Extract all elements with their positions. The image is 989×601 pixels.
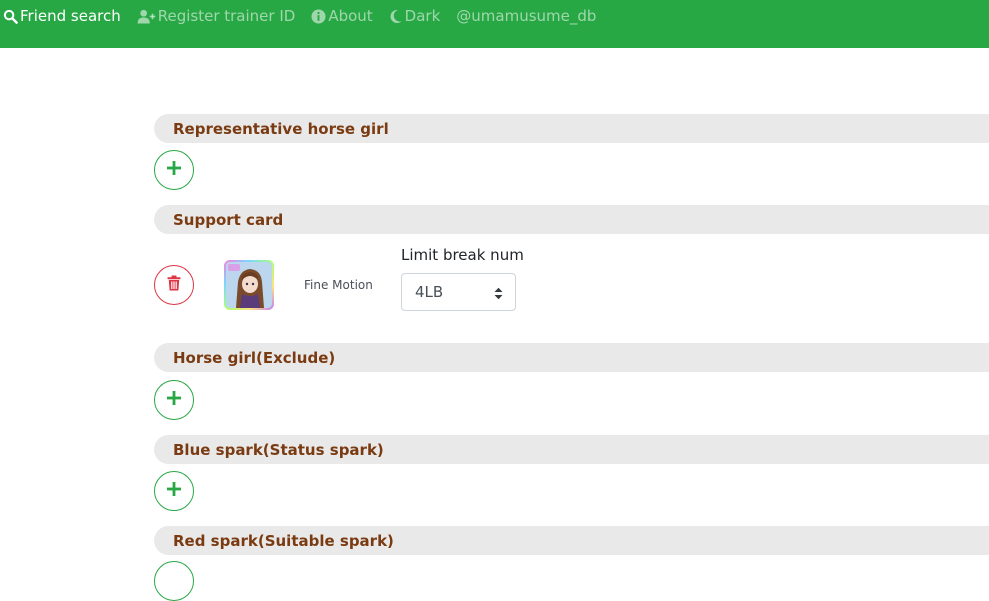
- support-card-name: Fine Motion: [304, 278, 373, 292]
- plus-icon: [166, 390, 182, 410]
- limit-break-label: Limit break num: [401, 246, 524, 264]
- section-support-card-header: Support card: [154, 205, 989, 234]
- section-blue-spark-title: Blue spark(Status spark): [173, 440, 384, 459]
- trash-icon: [167, 275, 181, 295]
- section-red-spark-title: Red spark(Suitable spark): [173, 531, 394, 550]
- nav-about[interactable]: About: [311, 6, 373, 26]
- info-circle-icon: [311, 8, 328, 24]
- moon-icon: [389, 9, 405, 24]
- section-exclude-title: Horse girl(Exclude): [173, 348, 336, 367]
- section-red-spark-header: Red spark(Suitable spark): [154, 526, 989, 555]
- nav-friend-search[interactable]: Friend search: [3, 6, 121, 26]
- nav-register-trainer-id[interactable]: Register trainer ID: [137, 6, 296, 26]
- plus-icon: [166, 160, 182, 180]
- add-exclude-button[interactable]: [154, 380, 194, 420]
- nav-about-label: About: [328, 7, 373, 25]
- support-card-image: [226, 262, 272, 308]
- limit-break-select[interactable]: 4LB: [401, 273, 516, 311]
- section-representative-header: Representative horse girl: [154, 114, 989, 143]
- nav-dark-mode[interactable]: Dark: [389, 6, 441, 26]
- select-caret-icon: [494, 286, 503, 304]
- search-icon: [3, 9, 20, 24]
- section-support-card-title: Support card: [173, 210, 284, 229]
- add-representative-button[interactable]: [154, 150, 194, 190]
- limit-break-value: 4LB: [415, 283, 444, 301]
- nav-friend-search-label: Friend search: [20, 7, 121, 25]
- support-card-thumbnail[interactable]: [224, 260, 274, 310]
- section-exclude-header: Horse girl(Exclude): [154, 343, 989, 372]
- section-blue-spark-header: Blue spark(Status spark): [154, 435, 989, 464]
- nav-register-label: Register trainer ID: [157, 7, 296, 25]
- add-blue-spark-button[interactable]: [154, 471, 194, 511]
- top-navbar: Friend search Register trainer ID About …: [0, 0, 989, 48]
- user-plus-icon: [137, 9, 158, 24]
- nav-dark-label: Dark: [404, 7, 441, 25]
- nav-twitter-link[interactable]: @umamusume_db: [456, 6, 596, 26]
- delete-support-card-button[interactable]: [154, 265, 194, 305]
- plus-icon: [166, 481, 182, 501]
- section-representative-title: Representative horse girl: [173, 119, 389, 138]
- nav-twitter-label: @umamusume_db: [456, 7, 597, 25]
- add-red-spark-button[interactable]: [154, 561, 194, 601]
